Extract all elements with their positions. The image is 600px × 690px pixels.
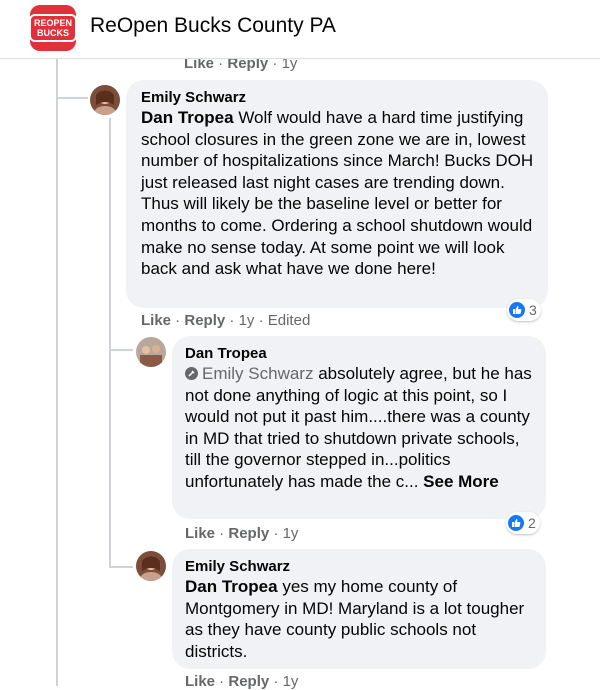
timestamp[interactable]: 1y: [283, 673, 299, 690]
reaction-count: 2: [528, 515, 536, 531]
like-link[interactable]: Like: [141, 312, 171, 329]
comment-text: Emily Schwarz absolutely agree, but he h…: [185, 363, 537, 493]
timestamp[interactable]: 1y: [239, 312, 255, 329]
comment-text: Dan Tropea yes my home county of Montgom…: [185, 576, 530, 662]
group-header: REOPEN BUCKS ReOpen Bucks County PA: [0, 0, 600, 59]
reply-link[interactable]: Reply: [228, 673, 269, 690]
thread-line: [56, 58, 58, 686]
mention-link[interactable]: Dan Tropea: [141, 108, 234, 127]
group-title[interactable]: ReOpen Bucks County PA: [90, 14, 336, 38]
comment-actions: Like · Reply · 1y · Edited: [141, 312, 311, 329]
comment-body: Wolf would have a hard time justifying s…: [141, 108, 534, 279]
mention-link[interactable]: Dan Tropea: [185, 577, 278, 596]
comment-author[interactable]: Emily Schwarz: [141, 89, 246, 106]
group-logo[interactable]: REOPEN BUCKS: [29, 5, 78, 51]
logo-text-line1: REOPEN: [34, 18, 73, 28]
logo-text-line2: BUCKS: [37, 28, 70, 38]
comment-author[interactable]: Emily Schwarz: [185, 558, 290, 575]
reply-link[interactable]: Reply: [184, 312, 225, 329]
thread-line-reply: [109, 118, 111, 568]
thread-connector: [111, 566, 133, 568]
like-reaction-icon: [509, 302, 525, 318]
reaction-count: 3: [529, 302, 537, 318]
edited-label: Edited: [267, 312, 311, 329]
tagged-user-link[interactable]: Emily Schwarz: [202, 364, 313, 383]
avatar[interactable]: [90, 85, 120, 115]
avatar[interactable]: [136, 337, 166, 367]
tag-icon: [185, 367, 198, 380]
comment-author[interactable]: Dan Tropea: [185, 345, 267, 362]
comment-actions: Like · Reply · 1y: [185, 525, 299, 542]
thread-connector: [111, 349, 133, 351]
reply-link[interactable]: Reply: [228, 525, 269, 542]
timestamp[interactable]: 1y: [283, 525, 299, 542]
like-link[interactable]: Like: [185, 525, 215, 542]
like-reaction-icon: [508, 515, 524, 531]
comment-text: Dan Tropea Wolf would have a hard time j…: [141, 107, 536, 280]
see-more-link[interactable]: See More: [423, 472, 499, 491]
reaction-badge[interactable]: 3: [507, 299, 541, 321]
thread-connector: [58, 97, 88, 99]
like-link[interactable]: Like: [185, 673, 215, 690]
avatar[interactable]: [136, 551, 166, 581]
reaction-badge[interactable]: 2: [506, 512, 540, 534]
comment-actions: Like · Reply · 1y: [185, 673, 299, 690]
